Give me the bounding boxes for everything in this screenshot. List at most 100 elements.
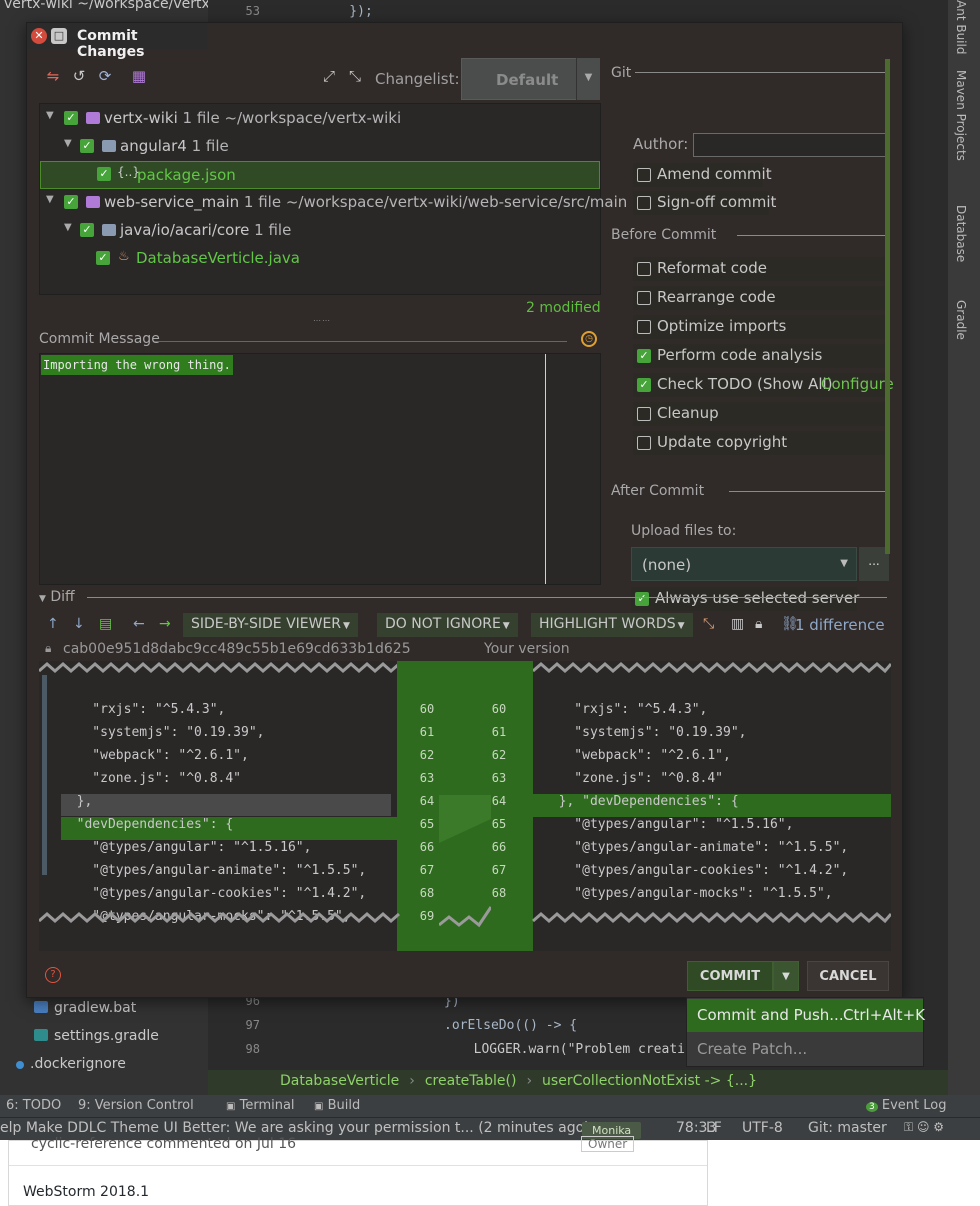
right-diff-line[interactable]: "rxjs": "^5.4.3", <box>543 702 707 725</box>
option-checkbox[interactable] <box>637 320 651 334</box>
chevron-down-icon[interactable]: ▼ <box>64 222 72 233</box>
file-encoding[interactable]: UTF-8 <box>742 1120 783 1136</box>
right-diff-line[interactable]: "@types/angular-cookies": "^1.4.2", <box>543 863 848 886</box>
sync-scroll-icon[interactable]: ▥ <box>731 616 744 632</box>
right-diff-line[interactable]: "@types/angular-animate": "^1.5.5", <box>543 840 848 863</box>
amend-checkbox[interactable] <box>637 168 651 182</box>
amend-commit-option[interactable]: Amend commit <box>633 163 772 187</box>
next-file-icon[interactable]: → <box>159 616 171 632</box>
tree-module-web-service[interactable]: ▼ ✓ web-service_main 1 file ~/workspace/… <box>40 189 627 217</box>
refresh-icon[interactable]: ⟳ <box>95 67 115 85</box>
tree-folder-angular4[interactable]: ▼ ✓ angular4 1 file <box>40 133 600 161</box>
terminal-tab[interactable]: ▣ Terminal <box>226 1098 295 1113</box>
tool-tab-maven[interactable]: Maven Projects <box>954 70 968 161</box>
project-file-gradlew[interactable]: gradlew.bat <box>34 1000 136 1016</box>
event-log-tab[interactable]: 3 Event Log <box>866 1098 946 1113</box>
tree-file-package-json[interactable]: ✓ {..} package.json <box>40 161 600 189</box>
option-checkbox[interactable]: ✓ <box>637 378 651 392</box>
help-icon[interactable]: ? <box>45 967 61 983</box>
breadcrumb-class[interactable]: DatabaseVerticle <box>280 1073 399 1089</box>
include-checkbox[interactable]: ✓ <box>64 111 78 125</box>
right-diff-line[interactable]: "zone.js": "^0.8.4" <box>543 771 723 794</box>
diff-viewer[interactable]: "rxjs": "^5.4.3", 60 "systemjs": "0.19.39… <box>39 661 891 951</box>
diff-section-toggle[interactable]: ▼ Diff <box>39 589 75 605</box>
option-check-todo[interactable]: ✓ Check TODO (Show All) Configure <box>633 373 894 397</box>
group-by-icon[interactable]: ▦ <box>129 67 149 85</box>
tree-module-vertx-wiki[interactable]: ▼ ✓ vertx-wiki 1 file ~/workspace/vertx-… <box>40 105 600 133</box>
right-diff-line[interactable]: "webpack": "^2.6.1", <box>543 748 731 771</box>
option-optimize-imports[interactable]: Optimize imports <box>633 315 889 339</box>
tool-tab-ant[interactable]: Ant Build <box>954 0 968 54</box>
option-rearrange-code[interactable]: Rearrange code <box>633 286 889 310</box>
option-cleanup[interactable]: Cleanup <box>633 402 889 426</box>
collapsed-bottom-marker[interactable] <box>39 911 891 925</box>
right-diff-line[interactable]: "systemjs": "0.19.39", <box>543 725 746 748</box>
cancel-button[interactable]: CANCEL <box>807 961 889 991</box>
menu-item-create-patch[interactable]: Create Patch... <box>687 1033 923 1066</box>
breadcrumb-lambda[interactable]: userCollectionNotExist -> {...} <box>542 1073 757 1089</box>
option-checkbox[interactable]: ✓ <box>637 349 651 363</box>
include-checkbox[interactable]: ✓ <box>64 195 78 209</box>
maximize-icon[interactable]: □ <box>51 28 67 44</box>
left-scrollbar[interactable] <box>42 675 47 875</box>
signoff-commit-option[interactable]: Sign-off commit <box>633 191 776 215</box>
configure-link[interactable]: Configure <box>821 375 894 393</box>
highlight-select[interactable]: HIGHLIGHT WORDS ▼ <box>531 613 693 637</box>
option-checkbox[interactable] <box>637 407 651 421</box>
expand-all-icon[interactable]: ⤢ <box>319 67 339 85</box>
todo-tab[interactable]: 6: TODO <box>6 1098 61 1113</box>
always-use-checkbox[interactable]: ✓ <box>635 592 649 606</box>
project-file-dockerignore[interactable]: .dockerignore <box>16 1056 126 1072</box>
right-diff-line[interactable]: }, "devDependencies": { <box>543 794 739 817</box>
history-icon[interactable]: ◷ <box>581 331 597 347</box>
menu-item-commit-and-push[interactable]: Commit and Push... Ctrl+Alt+K <box>687 999 925 1032</box>
breadcrumb-method[interactable]: createTable() <box>425 1073 517 1089</box>
git-branch[interactable]: Git: master <box>808 1120 887 1136</box>
collapse-unchanged-icon[interactable]: ⤡ <box>703 616 714 632</box>
commit-button[interactable]: COMMIT <box>687 961 773 991</box>
jump-to-source-icon[interactable]: ▤ <box>99 616 112 632</box>
project-header[interactable]: vertx-wiki ~/workspace/vertx-wiki <box>4 0 242 12</box>
signoff-checkbox[interactable] <box>637 196 651 210</box>
upload-server-select[interactable]: (none) ▼ <box>631 547 857 581</box>
tree-folder-core[interactable]: ▼ ✓ java/io/acari/core 1 file <box>40 217 600 245</box>
build-tab[interactable]: ▣ Build <box>314 1098 360 1113</box>
option-update-copyright[interactable]: Update copyright <box>633 431 889 455</box>
option-checkbox[interactable] <box>637 436 651 450</box>
always-use-server-option[interactable]: ✓ Always use selected server <box>631 587 859 611</box>
collapse-all-icon[interactable]: ⤡ <box>345 67 365 85</box>
chevron-down-icon[interactable]: ▼ <box>46 194 54 205</box>
option-reformat-code[interactable]: Reformat code <box>633 257 889 281</box>
tool-tab-database[interactable]: Database <box>954 205 968 262</box>
include-checkbox[interactable]: ✓ <box>80 223 94 237</box>
status-message[interactable]: elp Make DDLC Theme UI Better: We are as… <box>0 1120 590 1136</box>
line-separator[interactable]: LF <box>706 1120 722 1136</box>
options-scrollbar[interactable] <box>885 59 890 554</box>
version-control-tab[interactable]: 9: Version Control <box>78 1098 194 1113</box>
chevron-down-icon[interactable]: ▼ <box>64 138 72 149</box>
lock-icon[interactable]: 🔒︎ <box>755 616 762 632</box>
tree-file-database-verticle[interactable]: ✓ ♨ DatabaseVerticle.java <box>40 245 600 273</box>
commit-options-arrow[interactable]: ▼ <box>773 961 799 991</box>
ignore-select[interactable]: DO NOT IGNORE ▼ <box>377 613 518 637</box>
show-diff-icon[interactable]: ⇋ <box>43 67 63 85</box>
right-diff-line[interactable]: "@types/angular": "^1.5.16", <box>543 817 793 840</box>
option-checkbox[interactable] <box>637 291 651 305</box>
splitter-grip[interactable]: ⋯⋯ <box>313 316 331 325</box>
close-icon[interactable]: ✕ <box>31 28 47 44</box>
lock-icon[interactable]: ⚿ ☺ ⚙ <box>904 1120 944 1135</box>
previous-file-icon[interactable]: ← <box>133 616 145 632</box>
option-perform-code-analysis[interactable]: ✓ Perform code analysis <box>633 344 889 368</box>
include-checkbox[interactable]: ✓ <box>80 139 94 153</box>
commit-message-input[interactable]: Importing the wrong thing. <box>39 353 601 585</box>
viewer-select[interactable]: SIDE-BY-SIDE VIEWER ▼ <box>183 613 358 637</box>
include-checkbox[interactable]: ✓ <box>97 167 111 181</box>
chevron-down-icon[interactable]: ▼ <box>46 110 54 121</box>
previous-difference-icon[interactable]: ↑ <box>47 616 59 632</box>
project-file-settings[interactable]: settings.gradle <box>34 1028 159 1044</box>
rollback-icon[interactable]: ↺ <box>69 67 89 85</box>
tool-tab-gradle[interactable]: Gradle <box>954 300 968 340</box>
include-checkbox[interactable]: ✓ <box>96 251 110 265</box>
option-checkbox[interactable] <box>637 262 651 276</box>
next-difference-icon[interactable]: ↓ <box>73 616 85 632</box>
